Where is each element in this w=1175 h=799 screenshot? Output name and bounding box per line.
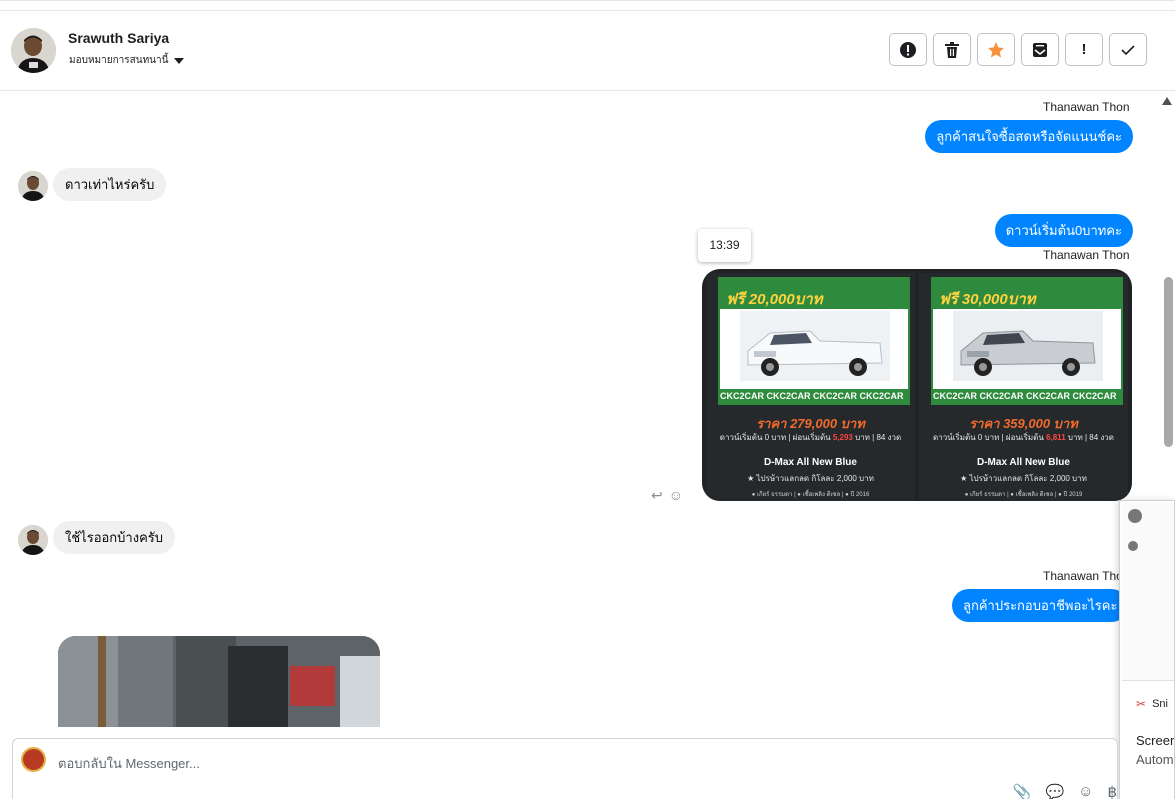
contact-name[interactable]: Srawuth Sariya [68, 30, 169, 46]
move-to-inbox-button[interactable] [1021, 33, 1059, 66]
car-meta: ● เกียร์ ธรรมดา | ● เชื้อเพลิง ดีเซล | ●… [751, 492, 870, 498]
sender-name: Thanawan Thon [1043, 248, 1130, 262]
saved-reply-icon[interactable]: 💬 [1045, 783, 1064, 799]
car-card: ฟรี 20,000บาท CKC2CAR CKC2CAR CKC2CAR CK… [706, 273, 915, 501]
sender-name: Thanawan Thon [1043, 569, 1130, 583]
star-icon [988, 41, 1004, 57]
incoming-message[interactable]: ดาวเท่าไหร่ครับ [53, 168, 167, 201]
snip-thumbnail [1122, 503, 1174, 681]
contact-mini-avatar [18, 171, 48, 201]
sender-name: Thanawan Thon [1043, 100, 1130, 114]
scissors-icon: ✂ [1136, 697, 1147, 711]
car-photo: ฟรี 20,000บาท CKC2CAR CKC2CAR CKC2CAR CK… [718, 277, 910, 405]
composer-tools: 📎 💬 ☺ ฿ [1013, 783, 1117, 799]
reply-icon[interactable]: ↩ [651, 487, 663, 504]
promo-label: ฟรี 20,000บาท [726, 291, 823, 308]
conversation-actions: ! [889, 33, 1147, 66]
exclamation-icon: ! [1081, 41, 1087, 58]
incoming-photo[interactable] [58, 636, 380, 727]
car-promo: ★ ไปรษ้าวแลกลด กิโลละ 2,000 บาท [960, 474, 1087, 483]
delete-button[interactable] [933, 33, 971, 66]
trash-icon [945, 41, 959, 58]
mark-priority-button[interactable]: ! [1065, 33, 1103, 66]
message-actions: ↩ ☺ [651, 487, 683, 504]
snip-subtext: Autom [1136, 752, 1174, 767]
alert-circle-icon [900, 41, 916, 58]
outgoing-message[interactable]: ลูกค้าสนใจซื้อสดหรือจัดแนนช์คะ [925, 120, 1133, 153]
snip-app-title: ✂ Sni [1136, 697, 1168, 711]
car-terms: ดาวน์เริ่มต้น 0 บาท | ผ่อนเริ่มต้น 5,293… [719, 433, 902, 442]
emoji-icon[interactable]: ☺ [1078, 783, 1093, 799]
page-avatar [21, 747, 46, 772]
spam-button[interactable] [889, 33, 927, 66]
conversation-header: Srawuth Sariya มอบหมายการสนทนานี้ ! [0, 10, 1175, 91]
outgoing-message[interactable]: ลูกค้าประกอบอาชีพอะไรคะ [952, 589, 1129, 622]
inbox-conversation: Srawuth Sariya มอบหมายการสนทนานี้ ! Than… [0, 0, 1175, 799]
snip-notification[interactable]: ✂ Sni Screen Autom [1119, 500, 1175, 799]
assign-label: มอบหมายการสนทนานี้ [69, 55, 169, 66]
car-photo: ฟรี 30,000บาท CKC2CAR CKC2CAR CKC2CAR CK… [931, 277, 1123, 405]
emoji-react-icon[interactable]: ☺ [669, 487, 683, 504]
attachment-icon[interactable]: 📎 [1013, 783, 1032, 799]
check-icon [1121, 44, 1135, 55]
reply-input[interactable]: ตอบกลับใน Messenger... [58, 753, 200, 774]
message-thread[interactable]: Thanawan Thon ลูกค้าสนใจซื้อสดหรือจัดแนน… [0, 91, 1175, 727]
mark-done-button[interactable] [1109, 33, 1147, 66]
contact-avatar[interactable] [11, 28, 56, 73]
truck-image [740, 311, 890, 381]
reply-composer: ตอบกลับใน Messenger... 📎 💬 ☺ ฿ [12, 738, 1118, 799]
promo-label: ฟรี 30,000บาท [939, 291, 1036, 308]
assign-conversation-dropdown[interactable]: มอบหมายการสนทนานี้ [69, 53, 185, 68]
contact-mini-avatar [18, 525, 48, 555]
watermark-strip: CKC2CAR CKC2CAR CKC2CAR CKC2CAR [720, 389, 908, 403]
watermark-strip: CKC2CAR CKC2CAR CKC2CAR CKC2CAR [933, 389, 1121, 403]
car-meta: ● เกียร์ ธรรมดา | ● เชื้อเพลิง ดีเซล | ●… [964, 492, 1083, 498]
outgoing-message[interactable]: ดาวน์เริ่มต้น0บาทคะ [994, 214, 1133, 247]
car-model: D-Max All New Blue [977, 457, 1070, 468]
star-button[interactable] [977, 33, 1015, 66]
truck-image [953, 311, 1103, 381]
archive-icon [1033, 42, 1047, 57]
caret-down-icon [174, 57, 185, 64]
car-model: D-Max All New Blue [764, 457, 857, 468]
car-listing-image[interactable]: ฟรี 20,000บาท CKC2CAR CKC2CAR CKC2CAR CK… [702, 269, 1132, 501]
timestamp-tooltip: 13:39 [698, 229, 751, 262]
scrollbar-thumb[interactable] [1164, 277, 1173, 447]
car-card: ฟรี 30,000บาท CKC2CAR CKC2CAR CKC2CAR CK… [919, 273, 1128, 501]
snip-heading: Screen [1136, 733, 1175, 748]
scroll-up-arrow-icon[interactable] [1162, 97, 1172, 105]
car-promo: ★ ไปรษ้าวแลกลด กิโลละ 2,000 บาท [747, 474, 874, 483]
car-terms: ดาวน์เริ่มต้น 0 บาท | ผ่อนเริ่มต้น 6,811… [933, 433, 1114, 442]
incoming-message[interactable]: ใช้ไรออกบ้างครับ [53, 521, 176, 554]
payment-icon[interactable]: ฿ [1107, 783, 1117, 799]
